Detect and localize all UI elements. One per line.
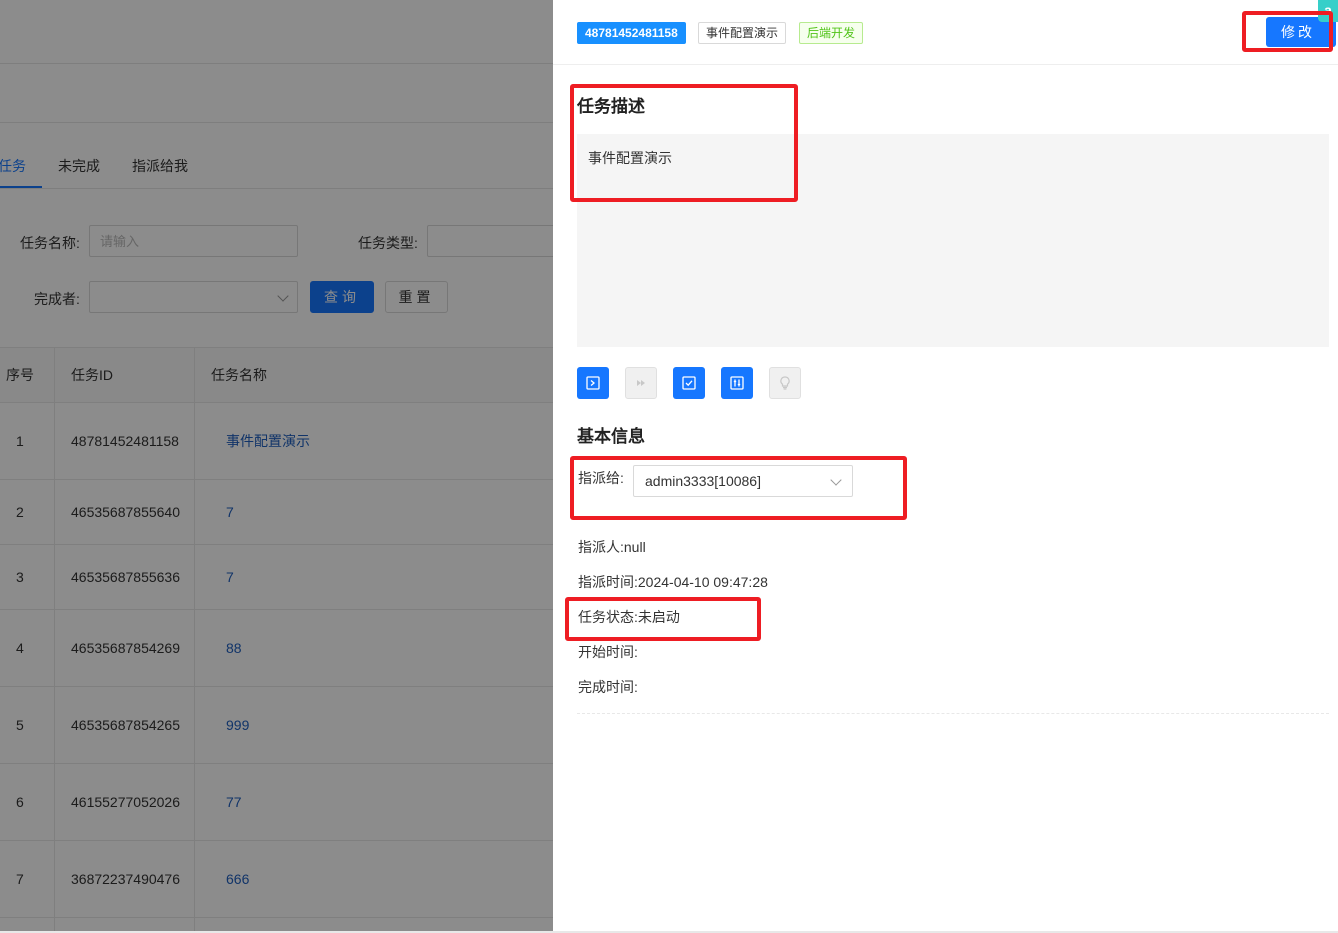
task-status-text: 任务状态:未启动 xyxy=(578,609,680,625)
description-box: 事件配置演示 xyxy=(577,134,1329,347)
assignee-value: admin3333[10086] xyxy=(645,473,761,489)
task-name-tag: 事件配置演示 xyxy=(698,22,787,44)
chevron-down-icon xyxy=(830,474,842,486)
terminal-icon xyxy=(586,376,600,390)
complete-button[interactable] xyxy=(673,367,705,399)
fast-forward-icon xyxy=(637,380,645,386)
assign-time-text: 指派时间:2024-04-10 09:47:28 xyxy=(578,574,768,590)
finish-time-text: 完成时间: xyxy=(578,679,638,695)
basic-info-title: 基本信息 xyxy=(577,427,645,446)
task-id-tag: 48781452481158 xyxy=(577,22,686,44)
assignee-select[interactable]: admin3333[10086] xyxy=(633,465,853,497)
terminal-button[interactable] xyxy=(577,367,609,399)
hint-button[interactable] xyxy=(769,367,801,399)
sliders-icon xyxy=(730,376,744,390)
checkbox-icon xyxy=(682,376,696,390)
info-divider xyxy=(577,713,1329,714)
task-type-tag: 后端开发 xyxy=(799,22,864,44)
assigner-text: 指派人:null xyxy=(578,539,646,555)
description-title: 任务描述 xyxy=(577,97,645,116)
drawer-mask[interactable] xyxy=(0,0,553,933)
task-detail-drawer: 48781452481158 事件配置演示 后端开发 修改 a 任务描述 事件配… xyxy=(553,0,1338,933)
lightbulb-icon xyxy=(780,376,790,390)
start-time-text: 开始时间: xyxy=(578,644,638,660)
assign-to-label: 指派给: xyxy=(578,470,624,486)
drawer-header: 48781452481158 事件配置演示 后端开发 修改 a xyxy=(553,0,1338,65)
translate-badge-icon[interactable]: a xyxy=(1318,0,1338,22)
adjust-button[interactable] xyxy=(721,367,753,399)
description-text: 事件配置演示 xyxy=(588,150,672,166)
fast-forward-button[interactable] xyxy=(625,367,657,399)
